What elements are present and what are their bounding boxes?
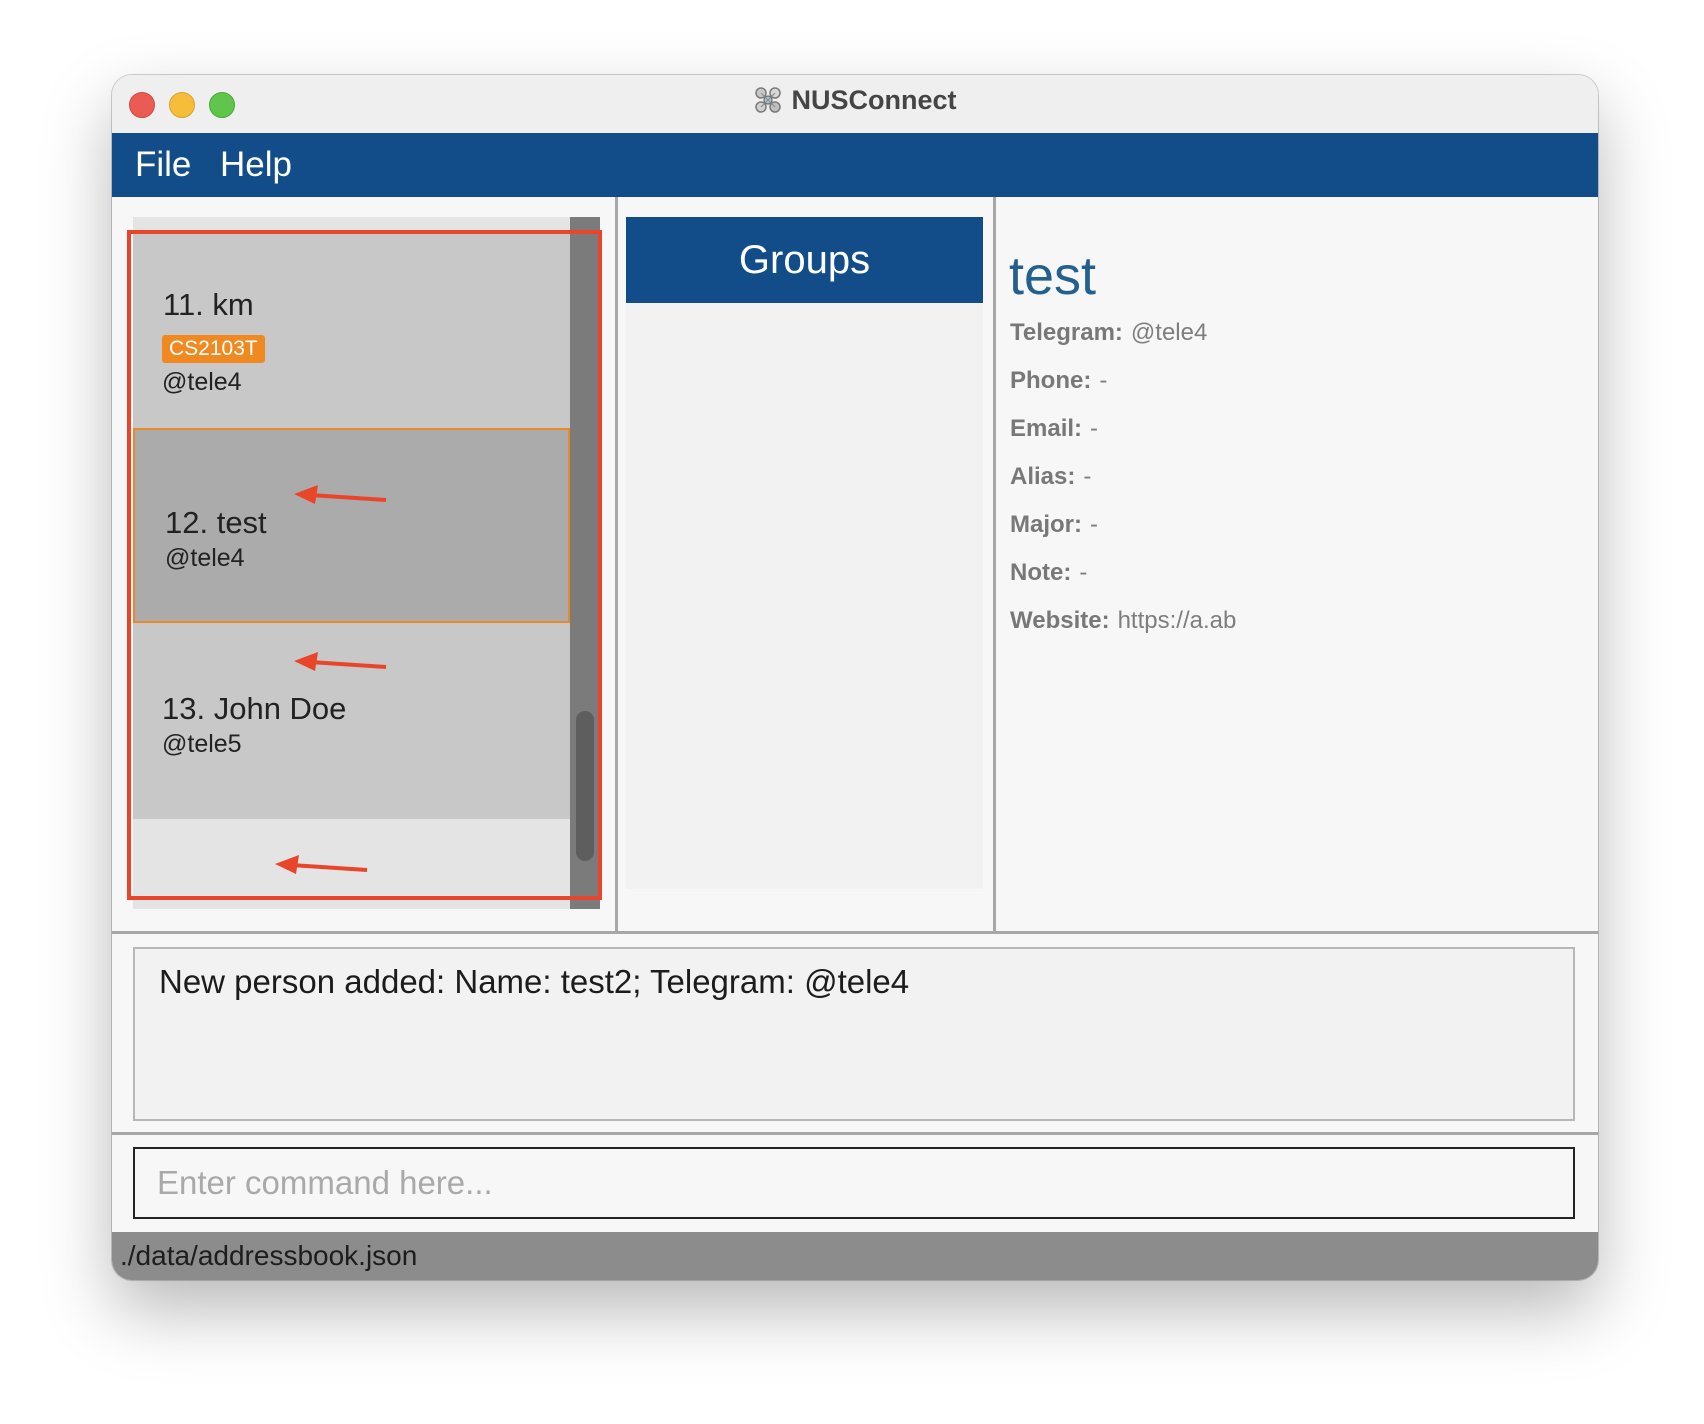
- detail-email: Email: -: [1010, 415, 1098, 443]
- detail-phone: Phone: -: [1010, 367, 1107, 395]
- panel-divider: [615, 197, 618, 931]
- annotation-arrow-icon: [275, 855, 368, 874]
- detail-person-name: test: [1009, 246, 1097, 306]
- window-title: NUSConnect: [112, 85, 1598, 116]
- detail-label: Website:: [1010, 607, 1110, 634]
- main-area: 11. km CS2103T @tele4 12. test @tele4 13…: [112, 197, 1598, 931]
- detail-value: -: [1079, 559, 1088, 586]
- status-bar: ./data/addressbook.json: [112, 1232, 1598, 1280]
- detail-label: Note:: [1010, 559, 1072, 586]
- result-display: New person added: Name: test2; Telegram:…: [133, 947, 1575, 1121]
- detail-label: Alias:: [1010, 463, 1076, 490]
- data-file-path: ./data/addressbook.json: [120, 1240, 418, 1271]
- detail-value: -: [1090, 511, 1098, 538]
- detail-label: Major:: [1010, 511, 1082, 538]
- detail-label: Email:: [1010, 415, 1083, 442]
- detail-value: -: [1099, 367, 1108, 394]
- menu-file[interactable]: File: [135, 145, 191, 185]
- menu-help[interactable]: Help: [220, 145, 292, 185]
- detail-note: Note: -: [1010, 559, 1087, 587]
- detail-major: Major: -: [1010, 511, 1098, 539]
- detail-telegram: Telegram: @tele4: [1010, 319, 1207, 347]
- detail-label: Telegram:: [1010, 319, 1123, 346]
- title-bar: NUSConnect: [112, 75, 1598, 134]
- annotation-arrow-icon: [294, 485, 387, 504]
- section-divider: [112, 931, 1598, 934]
- command-box[interactable]: [133, 1147, 1575, 1219]
- groups-list[interactable]: [626, 303, 983, 889]
- annotation-arrow-icon: [294, 652, 387, 671]
- detail-website: Website: https://a.ab: [1010, 607, 1236, 635]
- app-network-icon: [755, 87, 782, 113]
- menu-bar: File Help: [112, 133, 1598, 197]
- section-divider: [112, 1132, 1598, 1135]
- detail-value: https://a.ab: [1117, 607, 1237, 634]
- detail-alias: Alias: -: [1010, 463, 1091, 491]
- groups-header: Groups: [626, 217, 983, 303]
- detail-label: Phone:: [1010, 367, 1092, 394]
- result-message: New person added: Name: test2; Telegram:…: [159, 963, 910, 1000]
- app-window: NUSConnect File Help 11. km CS2103T @tel…: [112, 75, 1598, 1280]
- detail-value: @tele4: [1130, 319, 1208, 346]
- detail-value: -: [1083, 463, 1092, 490]
- panel-divider: [993, 197, 996, 931]
- command-input[interactable]: [135, 1149, 1573, 1217]
- annotation-highlight-box: [127, 230, 602, 900]
- window-title-text: NUSConnect: [791, 85, 957, 115]
- detail-value: -: [1090, 415, 1099, 442]
